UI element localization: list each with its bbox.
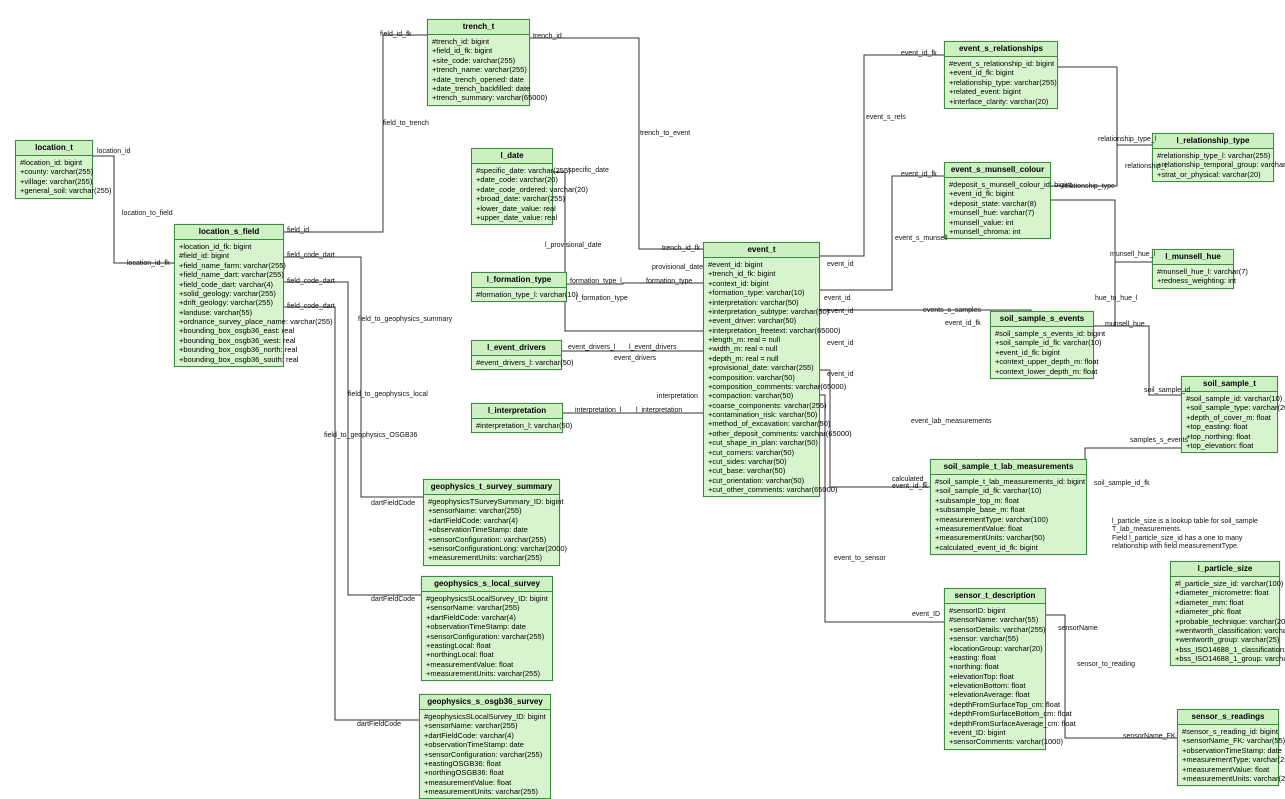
label-trench-to-event: trench_to_event xyxy=(640,130,690,137)
label-eid-2: event_id xyxy=(827,261,853,268)
label-munsell-hue-l: munsell_hue_l xyxy=(1110,251,1155,258)
label-eidfk-2: event_id_fk xyxy=(901,171,937,178)
label-events-s-samples: events_s_samples xyxy=(923,307,981,314)
entity-l-interpretation: l_interpretation #interpretation_l: varc… xyxy=(471,403,563,433)
label-field-code-dart-3: field_code_dart xyxy=(287,303,335,310)
label-specific-date: specific_date xyxy=(568,167,609,174)
label-soil-sample-id: soil_sample_id xyxy=(1144,387,1190,394)
entity-l-particle-size: l_particle_size #l_particle_size_id: var… xyxy=(1170,561,1280,666)
label-hue-to-hue-l: hue_to_hue_l xyxy=(1095,295,1137,302)
label-relationship-type: relationship_type xyxy=(1062,183,1115,190)
label-event-drivers-l: event_drivers_l xyxy=(568,344,615,351)
entity-location-t: location_t #location_id: bigint +county:… xyxy=(15,140,93,199)
entity-location-s-field: location_s_field +location_id_fk: bigint… xyxy=(174,224,284,367)
entity-soil-sample-t: soil_sample_t #soil_sample_id: varchar(1… xyxy=(1181,376,1278,453)
label-l-provisional-date: l_provisional_date xyxy=(545,242,601,249)
entity-title: location_t xyxy=(16,141,92,156)
label-field-id: field_id xyxy=(287,227,309,234)
label-relationship-l: relationship_l xyxy=(1125,163,1166,170)
label-l-event-drivers: l_event_drivers xyxy=(629,344,676,351)
label-field-code-dart-2: field_code_dart xyxy=(287,278,335,285)
entity-geophysics-t-survey-summary: geophysics_t_survey_summary #geophysicsT… xyxy=(423,479,560,566)
label-location-to-field: location_to_field xyxy=(122,210,173,217)
label-ftl: field_to_geophysics_local xyxy=(348,391,428,398)
label-l-formation-type: l_formation_type xyxy=(576,295,628,302)
label-event-lab: event_lab_measurements xyxy=(911,418,992,425)
label-sensor-to-reading: sensor_to_reading xyxy=(1077,661,1135,668)
label-formation-type: formation_type xyxy=(646,278,692,285)
er-diagram-canvas: location_t #location_id: bigint +county:… xyxy=(0,0,1285,799)
entity-geophysics-s-osgb36-survey: geophysics_s_osgb36_survey #geophysicsSL… xyxy=(419,694,551,799)
label-soil-sample-idfk: soil_sample_id_fk xyxy=(1094,480,1150,487)
entity-soil-sample-t-lab-measurements: soil_sample_t_lab_measurements #soil_sam… xyxy=(930,459,1087,555)
entity-event-s-relationships: event_s_relationships #event_s_relations… xyxy=(944,41,1058,109)
entity-sensor-t-description: sensor_t_description #sensorID: bigint #… xyxy=(944,588,1046,750)
label-formation-type-l: formation_type_l xyxy=(570,278,622,285)
label-sensorname: sensorName xyxy=(1058,625,1098,632)
label-event-s-munsell: event_s_munsell xyxy=(895,235,948,242)
label-eidfk-1: event_id_fk xyxy=(901,50,937,57)
label-event-drivers: event_drivers xyxy=(614,355,656,362)
label-fts: field_to_geophysics_summary xyxy=(358,316,452,323)
label-location-id-fk: location_id_fk xyxy=(127,260,170,267)
label-calceidfk: calculated_ event_id_fk xyxy=(892,476,928,490)
entity-event-t: event_t #event_id: bigint +trench_id_fk:… xyxy=(703,242,820,497)
entity-geophysics-s-local-survey: geophysics_s_local_survey #geophysicsSLo… xyxy=(421,576,553,681)
label-provisional-date: provisional_date xyxy=(652,264,703,271)
label-dartcode-1: dartFieldCode xyxy=(371,500,415,507)
label-event-to-sensor: event_to_sensor xyxy=(834,555,886,562)
label-dartcode-3: dartFieldCode xyxy=(357,721,401,728)
label-field-code-dart-1: field_code_dart xyxy=(287,252,335,259)
label-l-interpretation: l_interpretation xyxy=(636,407,682,414)
label-trench-id: trench_id xyxy=(533,33,562,40)
label-eid-4: event_id xyxy=(827,340,853,347)
entity-l-date: l_date #specific_date: varchar(255) +dat… xyxy=(471,148,553,225)
label-field-id-fk: field_id_fk xyxy=(380,31,412,38)
label-samples-s-events: samples_s_events xyxy=(1130,437,1188,444)
label-event-ID-cap: event_ID xyxy=(912,611,940,618)
label-eid-1: event_id xyxy=(824,295,850,302)
label-field-to-trench: field_to_trench xyxy=(383,120,429,127)
label-sensorname-fk: sensorName_FK xyxy=(1123,733,1176,740)
entity-event-s-munsell-colour: event_s_munsell_colour #deposit_s_munsel… xyxy=(944,162,1051,239)
relationship-lines xyxy=(0,0,1285,799)
label-eid-3: event_id xyxy=(827,308,853,315)
label-fto: field_to_geophysics_OSGB36 xyxy=(324,432,417,439)
entity-l-munsell-hue: l_munsell_hue #munsell_hue_l: varchar(7)… xyxy=(1152,249,1234,289)
entity-l-event-drivers: l_event_drivers #event_drivers_l: varcha… xyxy=(471,340,562,370)
label-munsell-hue: munsell_hue xyxy=(1105,321,1145,328)
label-trench-id-fk: trench_id_fk xyxy=(662,245,700,252)
entity-l-relationship-type: l_relationship_type #relationship_type_l… xyxy=(1152,133,1274,182)
label-eid-5: event_id xyxy=(827,371,853,378)
note-particle-size: l_particle_size is a lookup table for so… xyxy=(1112,518,1277,552)
label-eidfk-3: event_id_fk xyxy=(945,320,981,327)
entity-soil-sample-s-events: soil_sample_s_events #soil_sample_s_even… xyxy=(990,311,1094,379)
entity-l-formation-type: l_formation_type #formation_type_l: varc… xyxy=(471,272,567,302)
entity-sensor-s-readings: sensor_s_readings #sensor_s_reading_id: … xyxy=(1177,709,1279,786)
label-relationship-type-l: relationship_type_l xyxy=(1098,136,1156,143)
entity-body: #location_id: bigint +county: varchar(25… xyxy=(16,156,92,198)
label-interpretation-l: interpretation_l xyxy=(575,407,621,414)
entity-trench-t: trench_t #trench_id: bigint +field_id_fk… xyxy=(427,19,530,106)
label-location-id: location_id xyxy=(97,148,130,155)
label-dartcode-2: dartFieldCode xyxy=(371,596,415,603)
label-event-s-rels: event_s_rels xyxy=(866,114,906,121)
label-interpretation: interpretation xyxy=(657,393,698,400)
